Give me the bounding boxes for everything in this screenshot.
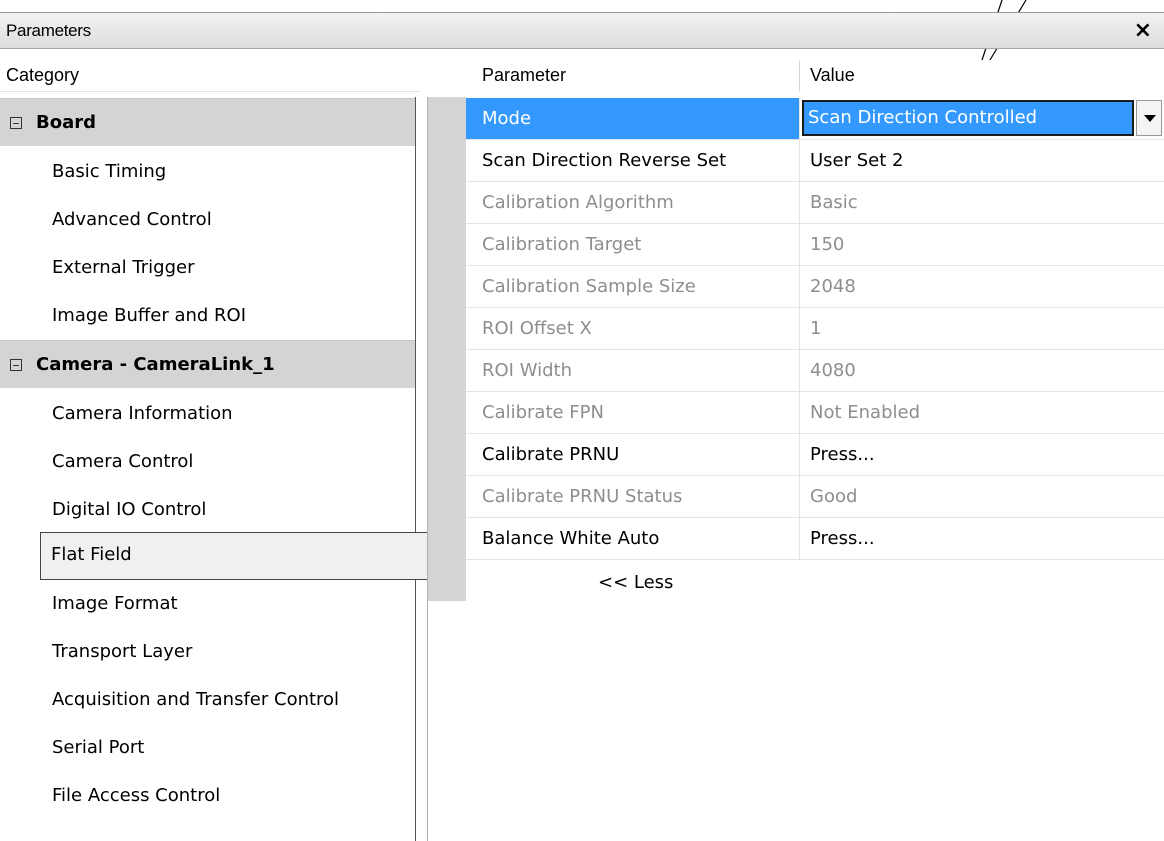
category-item-advanced-control[interactable]: Advanced Control xyxy=(0,196,415,244)
category-item-camera-control[interactable]: Camera Control xyxy=(0,438,415,486)
collapse-icon[interactable] xyxy=(10,359,22,371)
param-value: 150 xyxy=(810,234,845,255)
param-value: Good xyxy=(810,486,858,507)
param-value: 4080 xyxy=(810,360,856,381)
param-row-calibrate-prnu-status: Calibrate PRNU Status Good xyxy=(466,476,1164,518)
collapse-icon[interactable] xyxy=(10,117,22,129)
window-title: Parameters xyxy=(6,21,91,40)
param-row-calibration-algorithm: Calibration Algorithm Basic xyxy=(466,182,1164,224)
value-header: Value xyxy=(800,60,1164,92)
category-panel-border xyxy=(415,97,416,841)
param-row-calibrate-prnu[interactable]: Calibrate PRNU Press... xyxy=(466,434,1164,476)
title-bar: Parameters × xyxy=(0,12,1164,49)
category-item-camera-information[interactable]: Camera Information xyxy=(0,390,415,438)
balance-white-auto-button[interactable]: Press... xyxy=(800,518,1164,559)
category-item-external-trigger[interactable]: External Trigger xyxy=(0,244,415,292)
category-group-camera[interactable]: Camera - CameraLink_1 xyxy=(0,340,415,388)
category-group-label: Camera - CameraLink_1 xyxy=(36,354,275,375)
param-name: Calibration Sample Size xyxy=(466,266,800,307)
grid-row-header-gutter xyxy=(428,97,466,601)
dropdown-button[interactable] xyxy=(1136,100,1162,136)
param-name: Scan Direction Reverse Set xyxy=(466,140,800,181)
category-item-transport-layer[interactable]: Transport Layer xyxy=(0,628,415,676)
category-item-digital-io-control[interactable]: Digital IO Control xyxy=(0,486,415,534)
param-row-roi-width: ROI Width 4080 xyxy=(466,350,1164,392)
category-item-serial-port[interactable]: Serial Port xyxy=(0,724,415,772)
param-value: Not Enabled xyxy=(810,402,920,423)
less-button[interactable]: << Less xyxy=(598,572,673,593)
chevron-down-icon xyxy=(1144,115,1156,122)
category-group-label: Board xyxy=(36,112,96,133)
category-group-board[interactable]: Board xyxy=(0,98,415,146)
param-name: Calibration Algorithm xyxy=(466,182,800,223)
category-header: Category xyxy=(0,60,420,92)
param-name: ROI Width xyxy=(466,350,800,391)
param-value: Basic xyxy=(810,192,858,213)
param-row-calibration-target: Calibration Target 150 xyxy=(466,224,1164,266)
param-value-cell: Scan Direction Controlled xyxy=(800,98,1164,139)
category-item-basic-timing[interactable]: Basic Timing xyxy=(0,148,415,196)
param-row-roi-offset-x: ROI Offset X 1 xyxy=(466,308,1164,350)
param-name: Balance White Auto xyxy=(466,518,800,559)
category-item-file-access-control[interactable]: File Access Control xyxy=(0,772,415,820)
param-name: Mode xyxy=(466,98,800,139)
param-value: 2048 xyxy=(810,276,856,297)
category-item-image-format[interactable]: Image Format xyxy=(0,580,415,628)
param-name: Calibrate PRNU Status xyxy=(466,476,800,517)
param-name: Calibrate PRNU xyxy=(466,434,800,475)
param-name: Calibrate FPN xyxy=(466,392,800,433)
param-row-calibrate-fpn: Calibrate FPN Not Enabled xyxy=(466,392,1164,434)
parameter-header: Parameter xyxy=(466,60,800,92)
param-value: 1 xyxy=(810,318,822,339)
param-row-mode[interactable]: Mode Scan Direction Controlled xyxy=(466,98,1164,140)
param-row-scan-direction-reverse-set[interactable]: Scan Direction Reverse Set User Set 2 xyxy=(466,140,1164,182)
category-item-image-buffer-roi[interactable]: Image Buffer and ROI xyxy=(0,292,415,340)
param-value[interactable]: User Set 2 xyxy=(800,140,1164,181)
param-name: ROI Offset X xyxy=(466,308,800,349)
calibrate-prnu-button[interactable]: Press... xyxy=(800,434,1164,475)
category-item-flat-field[interactable]: Flat Field xyxy=(40,532,440,580)
param-row-calibration-sample-size: Calibration Sample Size 2048 xyxy=(466,266,1164,308)
param-row-balance-white-auto[interactable]: Balance White Auto Press... xyxy=(466,518,1164,560)
close-icon[interactable]: × xyxy=(1134,18,1152,43)
mode-select[interactable]: Scan Direction Controlled xyxy=(802,100,1134,136)
param-name: Calibration Target xyxy=(466,224,800,265)
category-item-acquisition-transfer[interactable]: Acquisition and Transfer Control xyxy=(0,676,415,724)
